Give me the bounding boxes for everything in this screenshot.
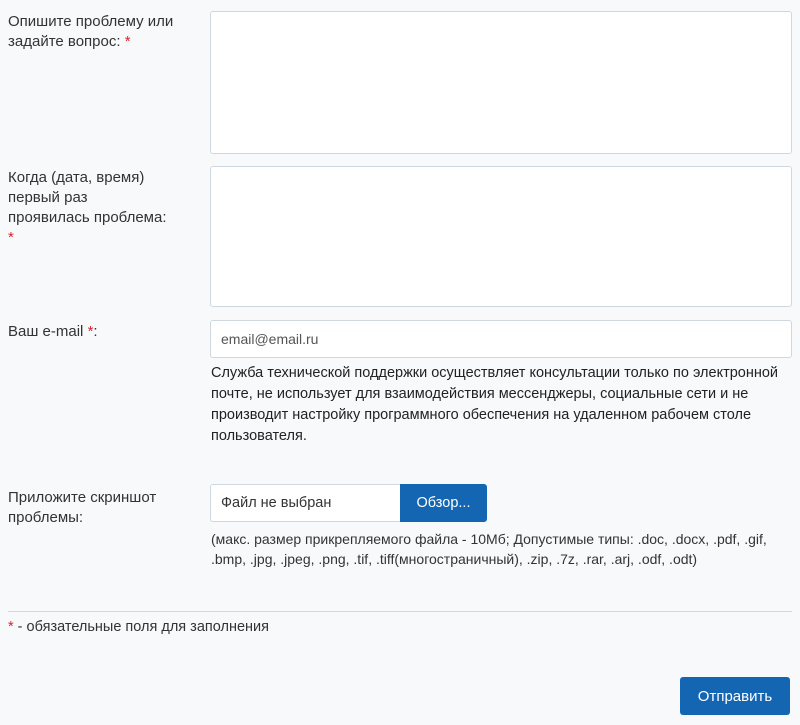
when-label: Когда (дата, время) первый раз проявилас… bbox=[8, 168, 168, 248]
email-field[interactable]: email@email.ru bbox=[210, 320, 792, 358]
email-label-suffix: : bbox=[93, 323, 98, 340]
required-footnote: * - обязательные поля для заполнения bbox=[8, 617, 269, 637]
required-mark: * bbox=[124, 33, 131, 50]
question-textarea[interactable] bbox=[210, 11, 792, 154]
when-textarea[interactable] bbox=[210, 166, 792, 307]
file-status: Файл не выбран bbox=[221, 495, 332, 511]
email-note: Служба технической поддержки осуществляе… bbox=[211, 365, 779, 444]
file-hint: (макс. размер прикрепляемого файла - 10М… bbox=[211, 531, 767, 567]
file-input[interactable]: Файл не выбран bbox=[210, 484, 402, 522]
question-label: Опишите проблему или задайте вопрос: * bbox=[8, 12, 198, 52]
question-label-text: Опишите проблему или задайте вопрос: bbox=[8, 13, 174, 50]
email-label-text: Ваш e-mail bbox=[8, 323, 84, 340]
required-mark: * bbox=[8, 229, 14, 246]
submit-button[interactable]: Отправить bbox=[680, 677, 790, 715]
email-label: Ваш e-mail *: bbox=[8, 322, 198, 342]
screenshot-label: Приложите скриншот проблемы: bbox=[8, 489, 157, 526]
browse-button[interactable]: Обзор... bbox=[400, 484, 487, 522]
footnote-text: - обязательные поля для заполнения bbox=[13, 619, 269, 635]
email-placeholder: email@email.ru bbox=[221, 331, 319, 347]
when-label-text: Когда (дата, время) первый раз проявилас… bbox=[8, 169, 167, 226]
divider bbox=[8, 611, 792, 612]
